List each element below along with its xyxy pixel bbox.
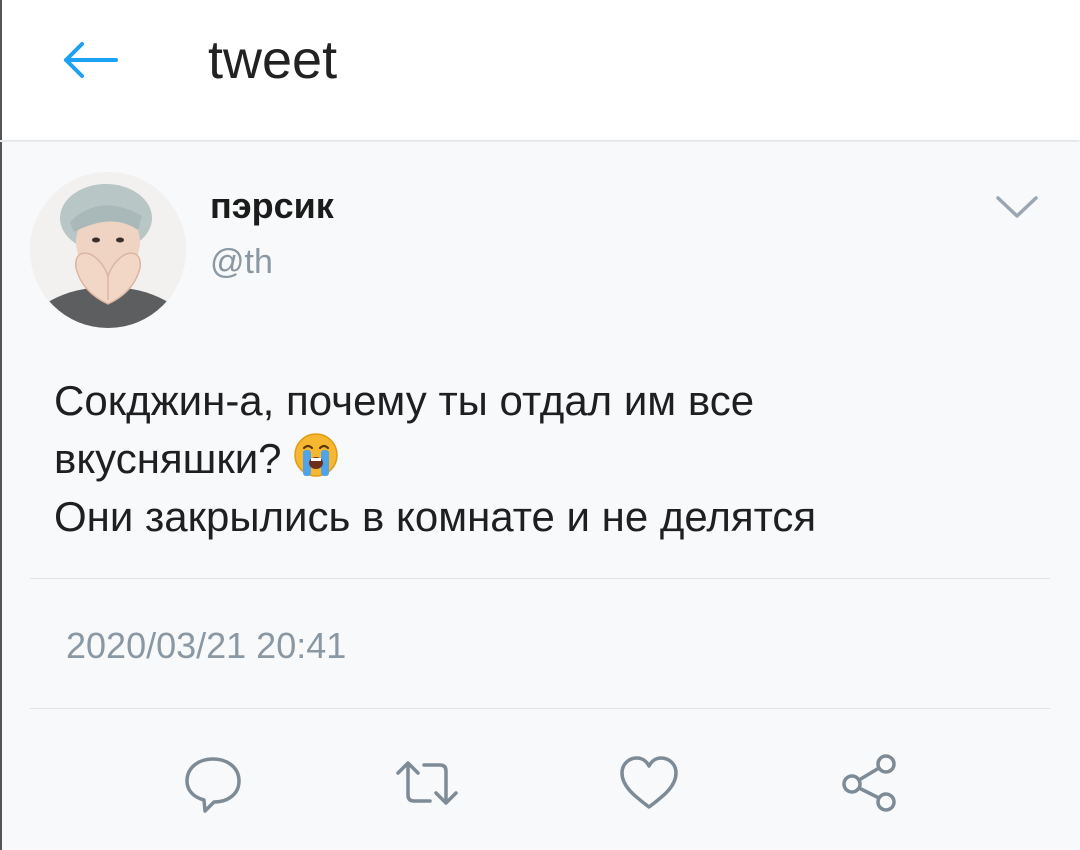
reply-button[interactable] xyxy=(178,748,248,818)
display-name[interactable]: пэрсик xyxy=(210,186,334,226)
avatar-image xyxy=(30,172,186,328)
loudly-crying-face-icon xyxy=(292,431,340,479)
divider xyxy=(30,578,1050,579)
arrow-left-icon xyxy=(64,42,118,78)
share-nodes-icon xyxy=(842,754,896,812)
user-handle[interactable]: @th xyxy=(210,242,273,282)
tweet-text: Сокджин-а, почему ты отдал им все вкусня… xyxy=(54,372,1034,546)
page-title: tweet xyxy=(208,30,338,90)
back-button[interactable] xyxy=(50,30,130,90)
tweet-timestamp: 2020/03/21 20:41 xyxy=(66,625,347,666)
comment-bubble-icon xyxy=(185,757,241,813)
divider xyxy=(30,708,1050,709)
chevron-down-icon xyxy=(996,196,1038,218)
retweet-icon xyxy=(396,761,458,805)
like-button[interactable] xyxy=(614,748,684,818)
tweet-text-line: Они закрылись в комнате и не делятся xyxy=(54,493,817,540)
avatar[interactable] xyxy=(30,172,186,328)
more-options-button[interactable] xyxy=(994,192,1040,222)
tweet-text-line-with-emoji: вкусняшки? xyxy=(54,430,1034,488)
app-header: tweet xyxy=(0,0,1080,140)
share-button[interactable] xyxy=(836,748,906,818)
heart-icon xyxy=(620,756,678,809)
tweet-text-line: вкусняшки? xyxy=(54,435,282,482)
tweet-text-line: Сокджин-а, почему ты отдал им все xyxy=(54,377,755,424)
tweet-page: tweet пэрсик @th Сокджин-а, почему ты от… xyxy=(0,0,1080,850)
retweet-button[interactable] xyxy=(392,748,462,818)
